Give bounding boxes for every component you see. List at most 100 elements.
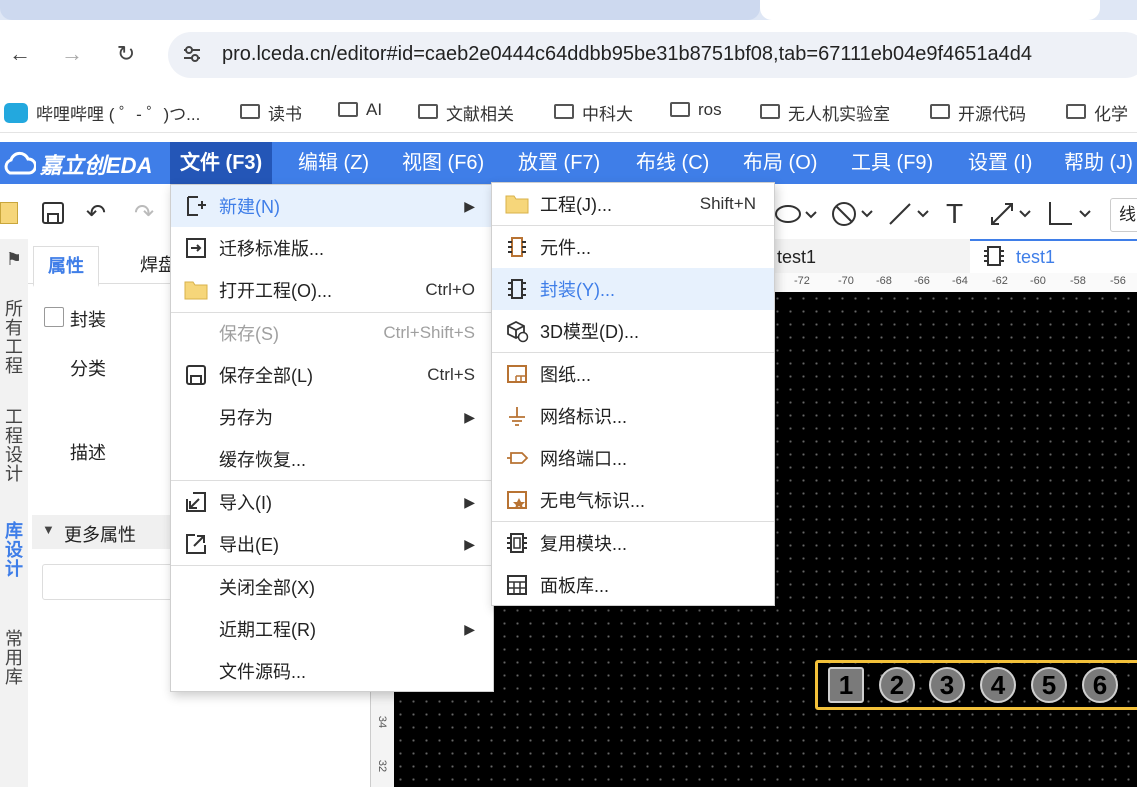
menu-item-recent-projects[interactable]: 近期工程(R) ▶ xyxy=(171,608,493,650)
ruler-label: -60 xyxy=(1030,275,1046,287)
footprint-checkbox[interactable] xyxy=(44,307,64,327)
more-properties-label: 更多属性 xyxy=(64,525,136,545)
menu-help[interactable]: 帮助 (J) xyxy=(1054,142,1137,184)
bookmark-folder[interactable]: 开源代码 xyxy=(930,100,1026,125)
pad[interactable]: 2 xyxy=(879,667,915,703)
site-settings-icon[interactable] xyxy=(180,42,204,66)
footprint-icon xyxy=(984,246,1004,266)
menu-place[interactable]: 放置 (F7) xyxy=(508,142,610,184)
redo-icon[interactable]: ↷ xyxy=(134,200,154,228)
field-label-category: 分类 xyxy=(70,359,106,379)
doc-tab[interactable]: test1 xyxy=(777,242,816,272)
pad[interactable]: 6 xyxy=(1082,667,1118,703)
undo-icon[interactable]: ↶ xyxy=(86,200,106,228)
submenu-item-3d-model[interactable]: 3D模型(D)... xyxy=(492,310,774,352)
folder-icon xyxy=(183,277,209,303)
submenu-item-sheet[interactable]: 图纸... xyxy=(492,353,774,395)
app-logo: 嘉立创EDA xyxy=(2,148,152,180)
menu-tools[interactable]: 工具 (F9) xyxy=(841,142,943,184)
checkbox-label: 封装 xyxy=(70,310,106,330)
tab-properties[interactable]: 属性 xyxy=(33,246,99,287)
tab-project-design[interactable]: 工程设计 xyxy=(4,408,24,484)
menu-route[interactable]: 布线 (C) xyxy=(626,142,719,184)
tab-common-library[interactable]: 常用库 xyxy=(4,630,24,687)
panel-lib-icon xyxy=(504,572,530,598)
folder-icon xyxy=(504,191,530,217)
submenu-item-component[interactable]: 元件... xyxy=(492,226,774,268)
menu-file[interactable]: 文件 (F3) xyxy=(170,142,273,184)
pad[interactable]: 3 xyxy=(929,667,965,703)
submenu-item-project[interactable]: 工程(J)... Shift+N xyxy=(492,183,774,225)
reload-icon[interactable]: ↻ xyxy=(112,40,140,68)
menu-layout[interactable]: 布局 (O) xyxy=(733,142,827,184)
ruler-label: -66 xyxy=(914,275,930,287)
menu-item-close-all[interactable]: 关闭全部(X) xyxy=(171,566,493,608)
menu-item-save-all[interactable]: 保存全部(L) Ctrl+S xyxy=(171,354,493,396)
submenu-item-net-port[interactable]: 网络端口... xyxy=(492,437,774,479)
bookmark-bilibili[interactable]: 哔哩哔哩 ( ゜- ゜)つ... xyxy=(4,100,200,125)
line-tool-icon[interactable] xyxy=(886,200,934,228)
submenu-item-panel-library[interactable]: 面板库... xyxy=(492,564,774,606)
tab-library-design[interactable]: 库设计 xyxy=(4,522,24,579)
bookmark-folder[interactable]: 读书 xyxy=(240,100,302,125)
ruler-label: -70 xyxy=(838,275,854,287)
sheet-icon xyxy=(504,361,530,387)
ruler-label: -58 xyxy=(1070,275,1086,287)
folder-icon xyxy=(760,104,780,119)
browser-tab[interactable] xyxy=(0,0,760,20)
non-electrical-icon xyxy=(504,487,530,513)
layer-select[interactable]: 线 xyxy=(1110,198,1137,232)
footprint-icon xyxy=(504,276,530,302)
ruler-label: 32 xyxy=(376,759,389,773)
submenu-item-net-label[interactable]: 网络标识... xyxy=(492,395,774,437)
submenu-item-non-electrical[interactable]: 无电气标识... xyxy=(492,479,774,521)
ellipse-tool-icon[interactable] xyxy=(774,203,822,225)
pad[interactable]: 1 xyxy=(828,667,864,703)
bookmark-folder[interactable]: 化学 xyxy=(1066,100,1128,125)
browser-tab-active[interactable] xyxy=(760,0,1100,20)
ruler-label: -64 xyxy=(952,275,968,287)
bookmark-folder[interactable]: ros xyxy=(670,100,722,120)
bookmark-folder[interactable]: 无人机实验室 xyxy=(760,100,890,125)
submenu-arrow-icon: ▶ xyxy=(464,620,475,637)
back-icon[interactable]: ← xyxy=(6,40,34,68)
text-tool-icon[interactable]: T xyxy=(946,200,963,228)
menu-item-save-as[interactable]: 另存为 ▶ xyxy=(171,396,493,438)
left-ruler xyxy=(370,690,395,787)
folder-icon xyxy=(554,104,574,119)
menu-item-cache-restore[interactable]: 缓存恢复... xyxy=(171,438,493,480)
pad[interactable]: 4 xyxy=(980,667,1016,703)
coordinate-tool-icon[interactable] xyxy=(1044,200,1096,228)
ruler-label: -72 xyxy=(794,275,810,287)
cloud-logo-icon xyxy=(4,151,36,175)
bookmark-folder[interactable]: AI xyxy=(338,100,382,120)
open-folder-icon[interactable] xyxy=(0,202,18,224)
folder-icon xyxy=(338,101,358,117)
bookmark-folder[interactable]: 文献相关 xyxy=(418,100,514,125)
dimension-tool-icon[interactable] xyxy=(988,200,1036,228)
pin-icon[interactable]: ⚑ xyxy=(0,250,28,269)
bookmark-folder[interactable]: 中科大 xyxy=(554,100,633,125)
submenu-item-footprint[interactable]: 封装(Y)... xyxy=(492,268,774,310)
new-file-icon xyxy=(183,193,209,219)
save-icon[interactable] xyxy=(40,200,66,226)
import-icon xyxy=(183,489,209,515)
menu-item-file-source[interactable]: 文件源码... xyxy=(171,650,493,692)
no-connect-tool-icon[interactable] xyxy=(830,200,878,228)
menu-item-new[interactable]: 新建(N) ▶ xyxy=(171,185,493,227)
menu-item-open-project[interactable]: 打开工程(O)... Ctrl+O xyxy=(171,269,493,311)
property-input[interactable] xyxy=(42,564,184,600)
menu-settings[interactable]: 设置 (I) xyxy=(958,142,1042,184)
folder-icon xyxy=(240,104,260,119)
menu-item-import[interactable]: 导入(I) ▶ xyxy=(171,481,493,523)
submenu-item-reuse-module[interactable]: 复用模块... xyxy=(492,522,774,564)
menu-view[interactable]: 视图 (F6) xyxy=(392,142,494,184)
menu-edit[interactable]: 编辑 (Z) xyxy=(288,142,379,184)
menu-item-migrate[interactable]: 迁移标准版... xyxy=(171,227,493,269)
pad[interactable]: 5 xyxy=(1031,667,1067,703)
ruler-label: -68 xyxy=(876,275,892,287)
tab-all-projects[interactable]: 所有工程 xyxy=(4,300,24,376)
menu-item-export[interactable]: 导出(E) ▶ xyxy=(171,523,493,565)
forward-icon[interactable]: → xyxy=(58,40,86,68)
url-text[interactable]: pro.lceda.cn/editor#id=caeb2e0444c64ddbb… xyxy=(222,43,1032,66)
